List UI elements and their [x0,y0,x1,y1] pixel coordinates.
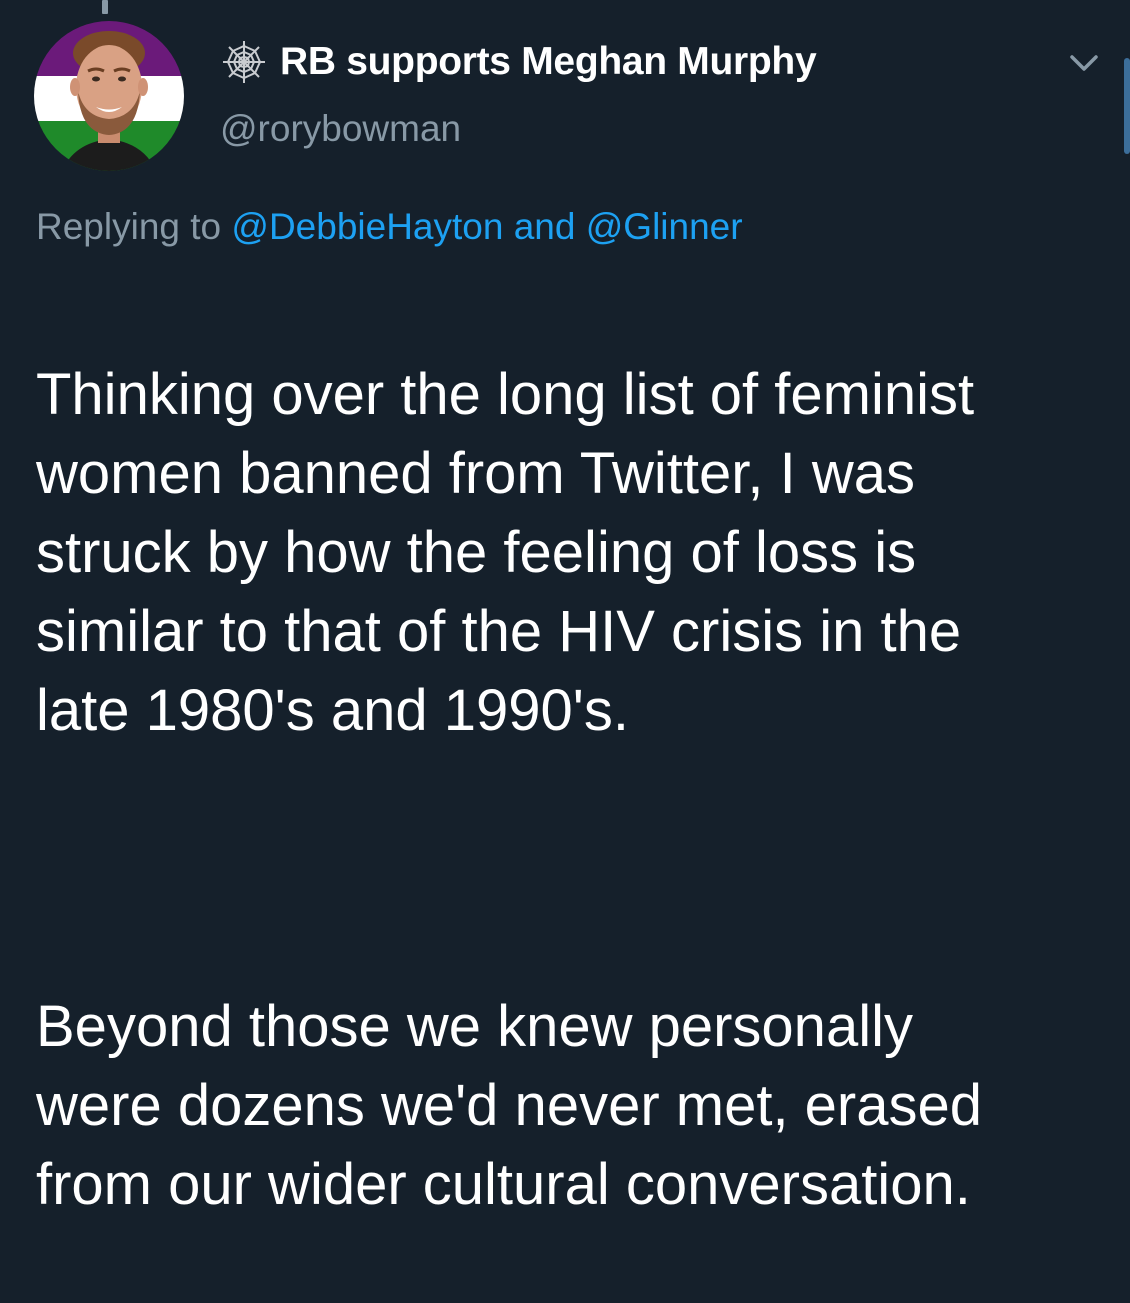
avatar[interactable] [34,21,184,171]
author-name-row[interactable]: RB supports Meghan Murphy [220,38,817,86]
author-display-name[interactable]: RB supports Meghan Murphy [280,40,817,84]
tweet-card: RB supports Meghan Murphy @rorybowman Re… [0,0,1130,1217]
replying-to-line: Replying to @DebbieHayton and @Glinner [36,206,743,248]
thread-connector-line [102,0,108,14]
reply-mention-glinner[interactable]: @Glinner [586,206,743,247]
reply-mention-debbiehayton[interactable]: @DebbieHayton [231,206,503,247]
tweet-body: Thinking over the long list of feminist … [36,276,1106,1303]
replying-to-label: Replying to [36,206,222,247]
tweet-paragraph-1: Thinking over the long list of feminist … [36,362,975,743]
spider-web-icon [223,41,265,83]
chevron-down-icon[interactable] [1062,48,1106,78]
tweet-paragraph-2: Beyond those we knew personally were doz… [36,994,983,1217]
reply-mention-joiner[interactable]: and [514,206,576,247]
scrollbar[interactable] [1124,58,1130,154]
author-handle[interactable]: @rorybowman [220,108,461,150]
